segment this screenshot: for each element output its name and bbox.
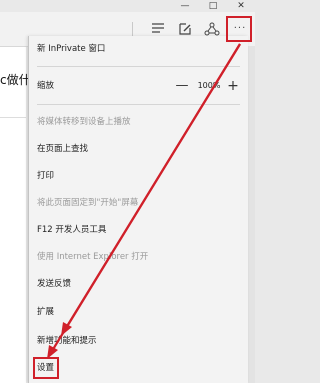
zoom-out-button[interactable]: — — [174, 76, 190, 96]
toolbar-separator — [132, 22, 133, 36]
more-actions-highlight-box — [226, 16, 252, 42]
menu-item-label: 新 InPrivate 窗口 — [37, 44, 106, 54]
menu-item-send-feedback[interactable]: 发送反馈 — [29, 274, 248, 294]
menu-divider — [37, 104, 240, 105]
scrollbar[interactable] — [247, 46, 255, 383]
menu-item-label: 打印 — [37, 171, 55, 181]
menu-item-label: 新增功能和提示 — [37, 336, 97, 346]
zoom-row: 缩放 — 100% + — [29, 76, 248, 96]
title-bar: — □ ✕ — [0, 0, 255, 12]
zoom-value: 100% — [197, 81, 221, 90]
menu-item-label: 发送反馈 — [37, 279, 72, 289]
menu-item-cast-media[interactable]: 将媒体转移到设备上播放 — [29, 112, 248, 132]
menu-item-new-inprivate[interactable]: 新 InPrivate 窗口 — [29, 39, 248, 59]
menu-item-label: 将此页面固定到"开始"屏幕 — [37, 198, 139, 208]
web-page-content: c做什 — [0, 47, 31, 383]
menu-item-find-on-page[interactable]: 在页面上查找 — [29, 139, 248, 159]
menu-item-label: 将媒体转移到设备上播放 — [37, 117, 131, 127]
settings-highlight-box — [33, 357, 59, 379]
menu-item-print[interactable]: 打印 — [29, 166, 248, 186]
page-partial-heading: c做什 — [0, 73, 31, 87]
menu-item-label: 扩展 — [37, 307, 55, 317]
menu-item-label: 在页面上查找 — [37, 144, 89, 154]
maximize-icon[interactable]: □ — [203, 0, 223, 12]
menu-item-settings[interactable]: 设置 — [29, 358, 248, 378]
menu-item-label: 使用 Internet Explorer 打开 — [37, 252, 149, 262]
zoom-in-button[interactable]: + — [225, 76, 241, 96]
menu-item-open-with-ie[interactable]: 使用 Internet Explorer 打开 — [29, 247, 248, 267]
page-divider — [0, 117, 26, 118]
menu-item-extensions[interactable]: 扩展 — [29, 302, 248, 322]
zoom-label: 缩放 — [37, 81, 55, 91]
close-icon[interactable]: ✕ — [231, 0, 251, 12]
more-actions-menu: 新 InPrivate 窗口 缩放 — 100% + 将媒体转移到设备上播放 在… — [28, 36, 248, 383]
menu-item-whats-new[interactable]: 新增功能和提示 — [29, 331, 248, 351]
menu-item-label: F12 开发人员工具 — [37, 225, 107, 235]
minimize-icon[interactable]: — — [175, 0, 195, 12]
menu-divider — [37, 66, 240, 67]
menu-item-pin-to-start[interactable]: 将此页面固定到"开始"屏幕 — [29, 193, 248, 213]
menu-item-f12-tools[interactable]: F12 开发人员工具 — [29, 220, 248, 240]
